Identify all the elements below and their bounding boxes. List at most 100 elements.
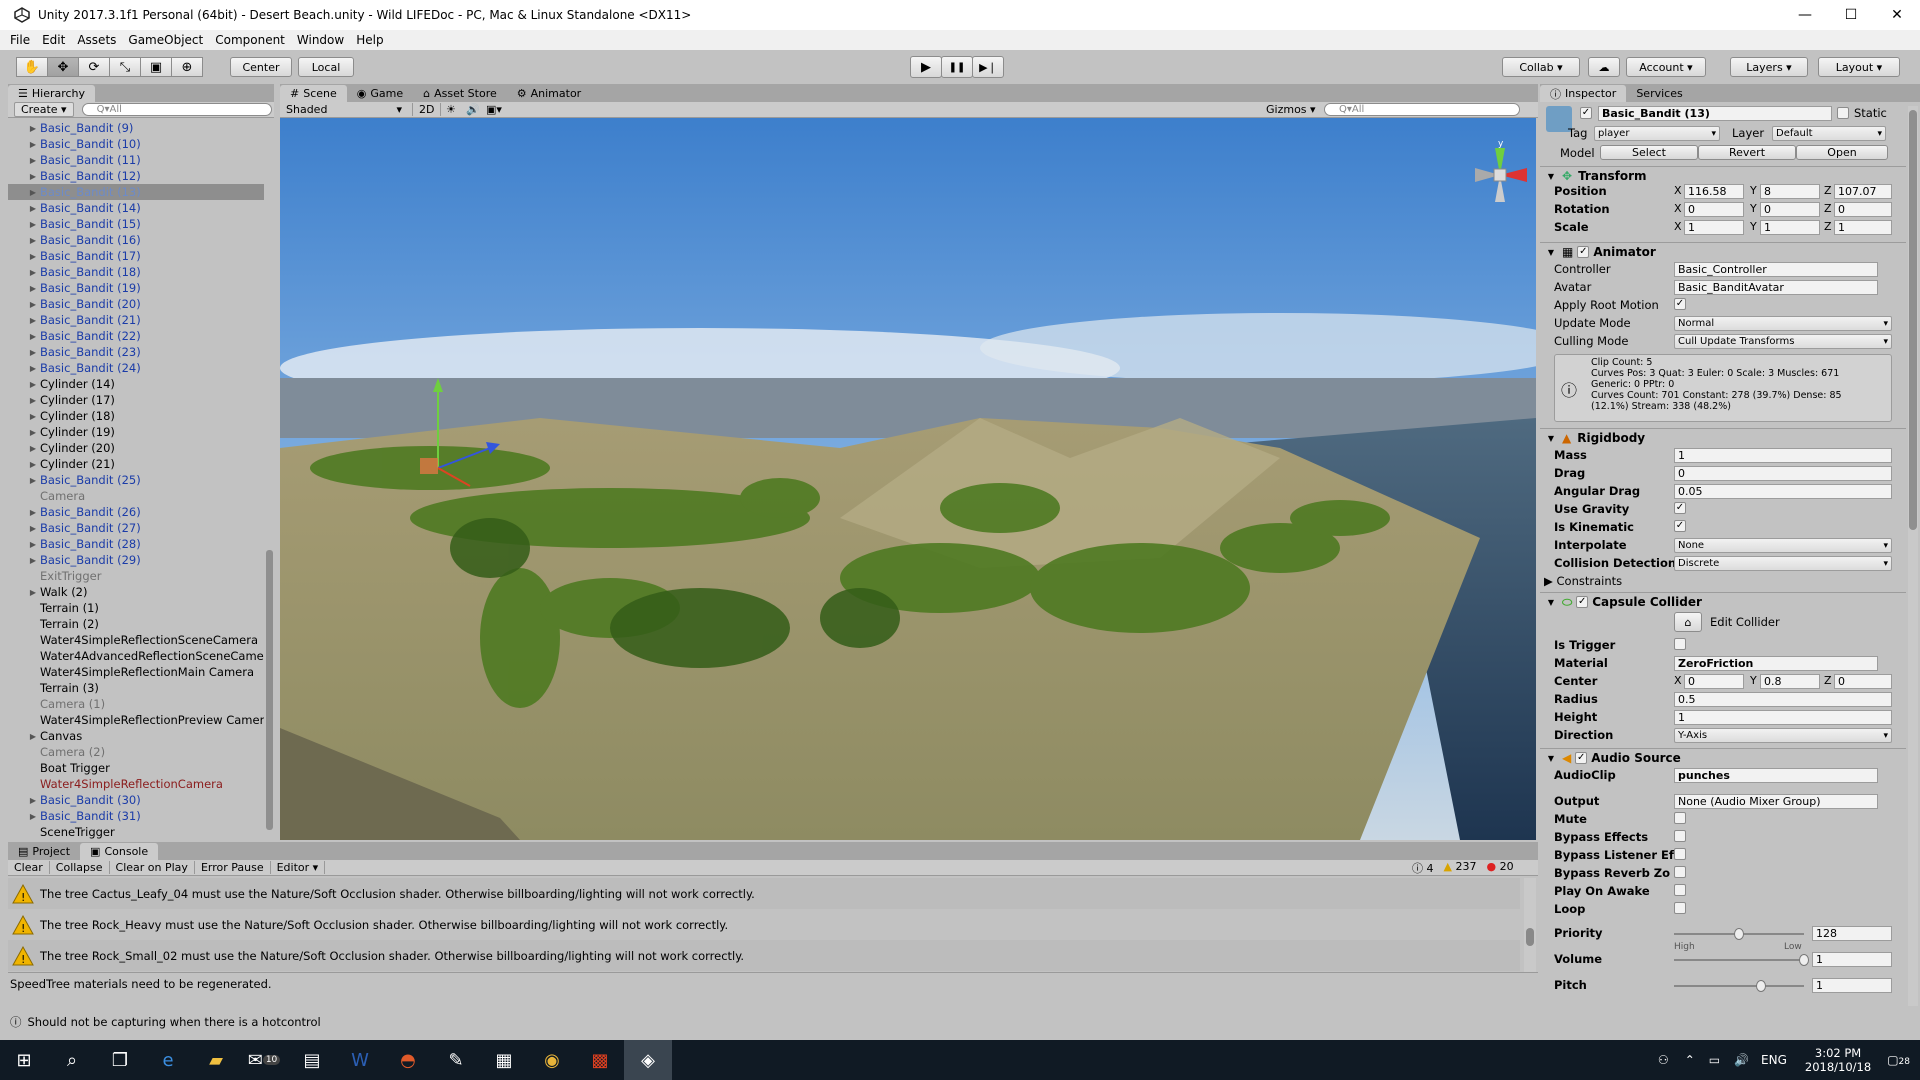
menu-component[interactable]: Component [215,33,285,47]
model-open-button[interactable]: Open [1796,145,1888,160]
rotate-tool-icon[interactable]: ⟳ [78,57,110,77]
scrollbar-thumb[interactable] [1526,928,1534,946]
effects-icon[interactable]: ▣▾ [486,103,502,116]
priority-field[interactable]: 128 [1812,926,1892,941]
audioclip-field[interactable]: punches [1674,768,1878,783]
update-mode-dropdown[interactable]: Normal [1674,316,1892,331]
audio-source-header[interactable]: ▼ ◀ ✓ Audio Source [1540,748,1906,767]
console-message[interactable]: ! The tree Rock_Heavy must use the Natur… [8,909,1520,940]
expand-arrow-icon[interactable]: ▶ [26,316,40,325]
collision-detection-dropdown[interactable]: Discrete [1674,556,1892,571]
hierarchy-item[interactable]: ▶ Basic_Bandit (9) [8,120,266,136]
gizmos-dropdown[interactable]: Gizmos ▾ [1266,103,1316,116]
expand-arrow-icon[interactable]: ▶ [26,300,40,309]
scale-tool-icon[interactable]: ⤡ [109,57,141,77]
slider-thumb[interactable] [1799,954,1809,966]
unity-app-icon[interactable]: ◈ [624,1040,672,1080]
loop-checkbox[interactable] [1674,902,1686,914]
position-x-field[interactable]: 116.58 [1684,184,1744,199]
object-name-field[interactable]: Basic_Bandit (13) [1598,106,1832,121]
rect-tool-icon[interactable]: ▣ [140,57,172,77]
hierarchy-item[interactable]: ▶ Basic_Bandit (30) [8,792,266,808]
collapse-button[interactable]: Collapse [50,861,110,874]
hierarchy-item[interactable]: ▶ Basic_Bandit (10) [8,136,266,152]
expand-arrow-icon[interactable]: ▶ [26,236,40,245]
edit-collider-icon[interactable]: ⌂ [1674,612,1702,632]
scale-y-field[interactable]: 1 [1760,220,1820,235]
bypass-listener-checkbox[interactable] [1674,848,1686,860]
chrome-icon[interactable]: ◉ [528,1040,576,1080]
position-y-field[interactable]: 8 [1760,184,1820,199]
hierarchy-item[interactable]: ▶ Basic_Bandit (29) [8,552,266,568]
hand-tool-icon[interactable]: ✋ [16,57,48,77]
expand-arrow-icon[interactable]: ▶ [26,284,40,293]
step-button[interactable]: ▶❘ [972,56,1004,78]
hierarchy-item[interactable]: ▶ Basic_Bandit (11) [8,152,266,168]
clock[interactable]: 3:02 PM 2018/10/18 [1805,1046,1871,1074]
hierarchy-item[interactable]: ▶ Canvas [8,728,266,744]
play-on-awake-checkbox[interactable] [1674,884,1686,896]
transform-header[interactable]: ▼ ✥ Transform [1540,166,1906,185]
tag-dropdown[interactable]: player [1594,126,1720,141]
expand-arrow-icon[interactable]: ▶ [26,444,40,453]
direction-dropdown[interactable]: Y-Axis [1674,728,1892,743]
tab-project[interactable]: ▤ Project [8,843,80,860]
hierarchy-item[interactable]: ▶ Basic_Bandit (14) [8,200,266,216]
console-scrollbar[interactable] [1524,878,1536,972]
pivot-center-button[interactable]: Center [230,57,292,77]
editor-dropdown[interactable]: Editor ▾ [271,861,326,874]
tab-animator[interactable]: ⚙ Animator [507,85,591,102]
hierarchy-item[interactable]: ▶ Cylinder (14) [8,376,266,392]
rigidbody-header[interactable]: ▼ ▲ Rigidbody [1540,428,1906,447]
info-count[interactable]: ⓘ 4 [1412,860,1434,876]
expand-arrow-icon[interactable]: ▶ [26,412,40,421]
hierarchy-item[interactable]: Terrain (1) [8,600,266,616]
bypass-effects-checkbox[interactable] [1674,830,1686,842]
slider-thumb[interactable] [1734,928,1744,940]
expand-arrow-icon[interactable]: ▶ [26,796,40,805]
expand-arrow-icon[interactable]: ▶ [26,732,40,741]
hierarchy-item[interactable]: ▶ Basic_Bandit (27) [8,520,266,536]
volume-slider[interactable] [1674,954,1809,966]
expand-arrow-icon[interactable]: ▶ [26,364,40,373]
menu-file[interactable]: File [10,33,30,47]
hierarchy-item[interactable]: ▶ Basic_Bandit (15) [8,216,266,232]
warning-count[interactable]: ▲ 237 [1444,860,1477,876]
controller-field[interactable]: Basic_Controller [1674,262,1878,277]
model-select-button[interactable]: Select [1600,145,1698,160]
expand-arrow-icon[interactable]: ▶ [26,540,40,549]
hierarchy-item[interactable]: Water4SimpleReflectionMain Camera [8,664,266,680]
drag-field[interactable]: 0 [1674,466,1892,481]
file-explorer-icon[interactable]: ▰ [192,1040,240,1080]
menu-help[interactable]: Help [356,33,383,47]
hierarchy-item[interactable]: Water4SimpleReflectionCamera [8,776,266,792]
hierarchy-item[interactable]: ▶ Cylinder (21) [8,456,266,472]
hierarchy-item[interactable]: Camera (1) [8,696,266,712]
hierarchy-item[interactable]: ▶ Basic_Bandit (31) [8,808,266,824]
expand-arrow-icon[interactable]: ▶ [26,508,40,517]
use-gravity-checkbox[interactable]: ✓ [1674,502,1686,514]
hierarchy-item[interactable]: ▶ Basic_Bandit (23) [8,344,266,360]
hierarchy-item[interactable]: Camera [8,488,266,504]
root-motion-checkbox[interactable]: ✓ [1674,298,1686,310]
hierarchy-item[interactable]: ▶ Basic_Bandit (18) [8,264,266,280]
menu-window[interactable]: Window [297,33,344,47]
position-z-field[interactable]: 107.07 [1834,184,1892,199]
clear-button[interactable]: Clear [8,861,50,874]
slider-thumb[interactable] [1756,980,1767,992]
mass-field[interactable]: 1 [1674,448,1892,463]
expand-arrow-icon[interactable]: ▶ [26,476,40,485]
audio-icon[interactable]: 🔊 [466,103,480,116]
move-gizmo-icon[interactable] [410,378,510,498]
expand-arrow-icon[interactable]: ▶ [26,332,40,341]
animator-header[interactable]: ▼ ▦ ✓ Animator [1540,242,1906,261]
hierarchy-item[interactable]: Water4SimpleReflectionSceneCamera [8,632,266,648]
layers-dropdown[interactable]: Layers ▾ [1730,57,1808,77]
rotation-y-field[interactable]: 0 [1760,202,1820,217]
hierarchy-item[interactable]: ▶ Basic_Bandit (26) [8,504,266,520]
task-view-icon[interactable]: ❐ [96,1040,144,1080]
layout-dropdown[interactable]: Layout ▾ [1818,57,1900,77]
expand-arrow-icon[interactable]: ▶ [26,396,40,405]
mute-checkbox[interactable] [1674,812,1686,824]
cloud-icon[interactable]: ☁ [1588,57,1620,77]
